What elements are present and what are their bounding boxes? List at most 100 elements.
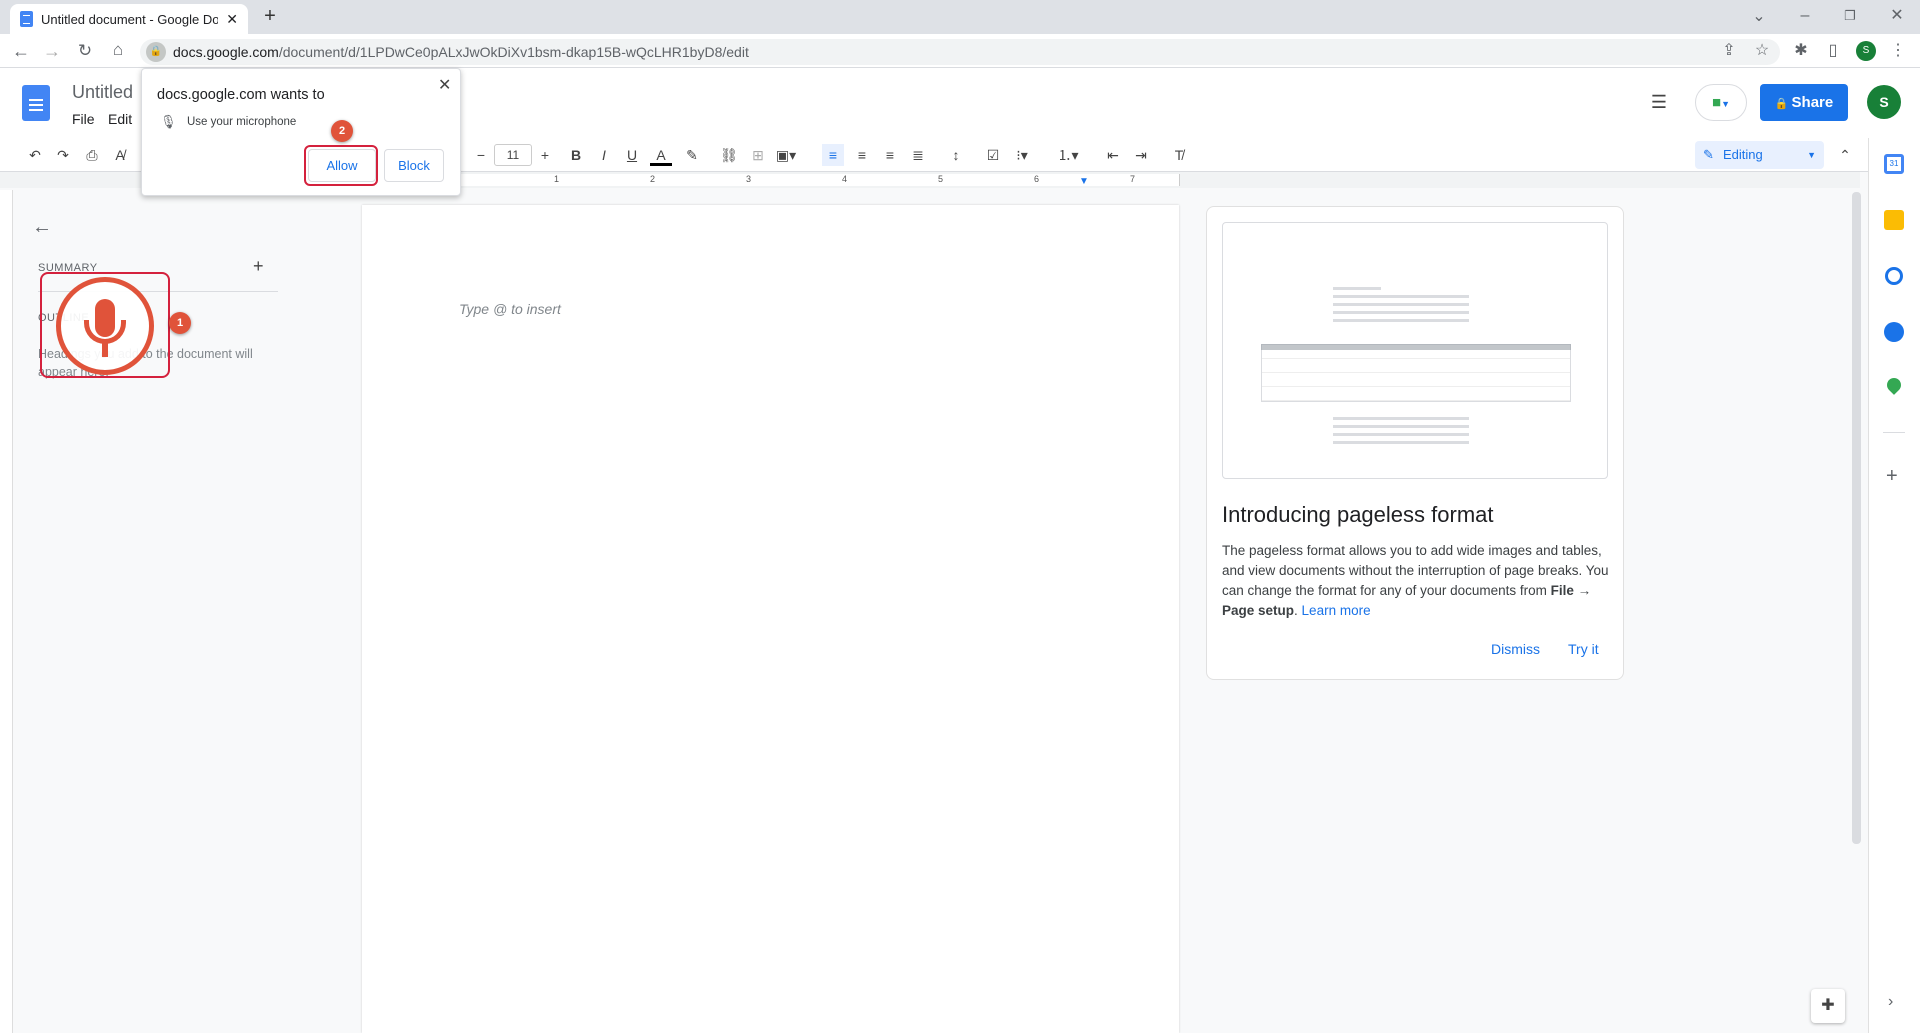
- explore-button[interactable]: ✚: [1811, 989, 1845, 1023]
- document-title[interactable]: Untitled: [72, 82, 133, 103]
- menu-file[interactable]: File: [72, 111, 95, 127]
- text-color-icon[interactable]: A: [650, 144, 672, 166]
- tab-bar: Untitled document - Google Doc ✕ + ⌄ – ❐…: [0, 0, 1920, 34]
- try-it-button[interactable]: Try it: [1568, 641, 1599, 657]
- forward-icon[interactable]: →: [41, 41, 63, 61]
- insert-image-icon[interactable]: ▣▾: [775, 144, 797, 166]
- side-panel-icon[interactable]: ▯: [1822, 41, 1844, 61]
- docs-favicon-icon: [20, 11, 33, 27]
- ruler-number: 6: [1034, 174, 1040, 184]
- add-comment-icon[interactable]: ⊞: [747, 144, 769, 166]
- share-button[interactable]: 🔒 Share: [1760, 84, 1848, 121]
- pageless-intro-card: Introducing pageless format The pageless…: [1206, 206, 1624, 680]
- dismiss-button[interactable]: Dismiss: [1491, 641, 1540, 657]
- tasks-icon[interactable]: [1885, 267, 1903, 285]
- minimize-icon[interactable]: –: [1794, 6, 1816, 26]
- browser-tab[interactable]: Untitled document - Google Doc ✕: [10, 4, 248, 34]
- increase-indent-icon[interactable]: ⇥: [1130, 144, 1152, 166]
- permission-popup: docs.google.com wants to ✕ 🎙 Use your mi…: [141, 68, 461, 196]
- insert-link-icon[interactable]: ⛓: [718, 144, 740, 166]
- close-popup-icon[interactable]: ✕: [438, 75, 451, 95]
- chevron-down-icon: ▼: [1807, 150, 1816, 160]
- insert-placeholder: Type @ to insert: [459, 301, 561, 317]
- learn-more-link[interactable]: Learn more: [1302, 603, 1371, 618]
- card-body-text-end: .: [1294, 603, 1302, 618]
- new-tab-icon[interactable]: +: [259, 6, 281, 26]
- card-title: Introducing pageless format: [1222, 502, 1494, 527]
- align-right-icon[interactable]: ≡: [879, 144, 901, 166]
- decrease-font-size-icon[interactable]: −: [470, 144, 492, 166]
- close-tab-icon[interactable]: ✕: [226, 11, 238, 28]
- decrease-indent-icon[interactable]: ⇤: [1102, 144, 1124, 166]
- pencil-icon: ✎: [1703, 147, 1714, 162]
- card-body: The pageless format allows you to add wi…: [1222, 541, 1612, 621]
- extensions-icon[interactable]: ✱: [1790, 41, 1812, 61]
- document-page[interactable]: Type @ to insert: [362, 205, 1179, 1033]
- font-size-input[interactable]: 11: [494, 144, 532, 166]
- underline-icon[interactable]: U: [621, 144, 643, 166]
- home-icon[interactable]: ⌂: [107, 40, 129, 60]
- highlight-icon[interactable]: ✎: [681, 144, 703, 166]
- tab-search-icon[interactable]: ⌄: [1748, 7, 1770, 27]
- maps-icon[interactable]: [1884, 375, 1904, 395]
- show-side-panel-icon[interactable]: ›: [1888, 993, 1893, 1011]
- keep-icon[interactable]: [1884, 210, 1904, 230]
- browser-menu-icon[interactable]: ⋮: [1887, 41, 1909, 61]
- checklist-icon[interactable]: ☑: [982, 144, 1004, 166]
- menu-edit[interactable]: Edit: [108, 111, 132, 127]
- justify-icon[interactable]: ≣: [907, 144, 929, 166]
- lock-icon: 🔒: [1774, 98, 1792, 110]
- divider: [1883, 432, 1905, 433]
- ruler-scale[interactable]: 1 2 3 4 5 6 7 ▼: [460, 174, 1180, 187]
- get-addons-icon[interactable]: +: [1886, 465, 1898, 488]
- calendar-icon[interactable]: 31: [1884, 154, 1904, 174]
- meet-icon: ■: [1712, 94, 1722, 111]
- contacts-icon[interactable]: [1884, 322, 1904, 342]
- spellcheck-icon[interactable]: A̸: [109, 144, 131, 166]
- right-indent-marker[interactable]: ▼: [1079, 176, 1089, 187]
- block-button[interactable]: Block: [384, 149, 444, 182]
- hide-menus-icon[interactable]: ⌃: [1834, 144, 1856, 166]
- numbered-list-icon[interactable]: ⒈▾: [1057, 144, 1079, 166]
- close-outline-icon[interactable]: ←: [32, 216, 52, 239]
- meet-button[interactable]: ■▼: [1695, 84, 1747, 121]
- close-window-icon[interactable]: ✕: [1886, 6, 1908, 26]
- align-left-icon[interactable]: ≡: [822, 144, 844, 166]
- pageless-illustration: [1222, 222, 1608, 479]
- scrollbar[interactable]: [1852, 192, 1861, 844]
- editing-mode-dropdown[interactable]: ✎ Editing ▼: [1695, 141, 1824, 169]
- url-input[interactable]: 🔒 docs.google.com/document/d/1LPDwCe0pAL…: [140, 39, 1780, 65]
- undo-icon[interactable]: ↶: [24, 144, 46, 166]
- reload-icon[interactable]: ↻: [74, 41, 96, 61]
- profile-avatar[interactable]: S: [1856, 41, 1876, 61]
- print-icon[interactable]: ⎙: [81, 144, 103, 166]
- side-panel: 31 + ›: [1868, 138, 1920, 1033]
- clear-formatting-icon[interactable]: T̸: [1168, 144, 1190, 166]
- add-summary-icon[interactable]: +: [253, 256, 264, 277]
- italic-icon[interactable]: I: [593, 144, 615, 166]
- permission-text: Use your microphone: [187, 116, 297, 128]
- bulleted-list-icon[interactable]: ⁝▾: [1011, 144, 1033, 166]
- account-avatar[interactable]: S: [1867, 85, 1901, 119]
- explore-icon: ✚: [1821, 997, 1835, 1014]
- step-badge-2: 2: [331, 120, 353, 142]
- editing-mode-label: Editing: [1723, 147, 1763, 162]
- align-center-icon[interactable]: ≡: [851, 144, 873, 166]
- back-icon[interactable]: ←: [10, 41, 32, 61]
- microphone-icon: 🎙: [160, 114, 177, 129]
- bold-icon[interactable]: B: [565, 144, 587, 166]
- tab-title: Untitled document - Google Doc: [40, 11, 219, 27]
- ruler-number: 3: [746, 174, 752, 184]
- step-badge-1: 1: [169, 312, 191, 334]
- line-spacing-icon[interactable]: ↕: [945, 144, 967, 166]
- increase-font-size-icon[interactable]: +: [534, 144, 556, 166]
- bookmark-star-icon[interactable]: ☆: [1751, 41, 1773, 61]
- share-label: Share: [1791, 94, 1834, 111]
- lock-icon[interactable]: 🔒: [146, 42, 166, 62]
- share-page-icon[interactable]: ⇪: [1718, 41, 1740, 61]
- restore-icon[interactable]: ❐: [1839, 6, 1861, 26]
- comment-history-icon[interactable]: ☰: [1648, 92, 1670, 112]
- redo-icon[interactable]: ↷: [52, 144, 74, 166]
- docs-logo-icon[interactable]: [22, 85, 50, 121]
- vertical-ruler: [0, 190, 13, 1033]
